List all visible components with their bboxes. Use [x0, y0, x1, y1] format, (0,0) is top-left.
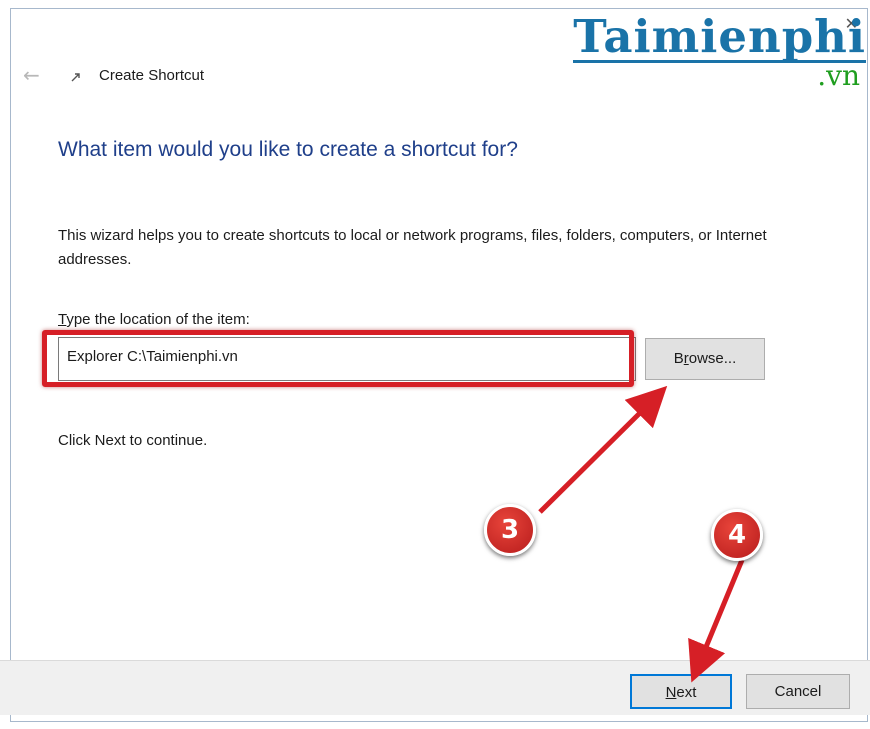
- page-title: What item would you like to create a sho…: [58, 138, 518, 161]
- watermark-logo: Taimienphi .vn: [573, 10, 866, 92]
- shortcut-icon: [69, 70, 83, 84]
- next-button[interactable]: Next: [630, 674, 732, 709]
- wizard-description: This wizard helps you to create shortcut…: [58, 227, 767, 268]
- watermark-sub: .vn: [817, 59, 860, 92]
- location-label: Type the location of the item:: [58, 311, 250, 328]
- location-label-text: ype the location of the item:: [66, 311, 250, 328]
- watermark-main: Taimienphi: [573, 10, 866, 63]
- step-3-badge: 3: [484, 504, 536, 556]
- footer-bar: [0, 660, 870, 715]
- step-4-badge: 4: [711, 509, 763, 561]
- highlight-box: [42, 330, 634, 387]
- next-button-label: Next: [665, 684, 697, 701]
- browse-button-label: Browse...: [673, 350, 737, 367]
- browse-button[interactable]: Browse...: [645, 338, 765, 380]
- window-title: Create Shortcut: [99, 67, 205, 84]
- cancel-button[interactable]: Cancel: [746, 674, 850, 709]
- back-arrow-icon[interactable]: ←: [23, 61, 40, 89]
- next-hint: Click Next to continue.: [58, 432, 208, 449]
